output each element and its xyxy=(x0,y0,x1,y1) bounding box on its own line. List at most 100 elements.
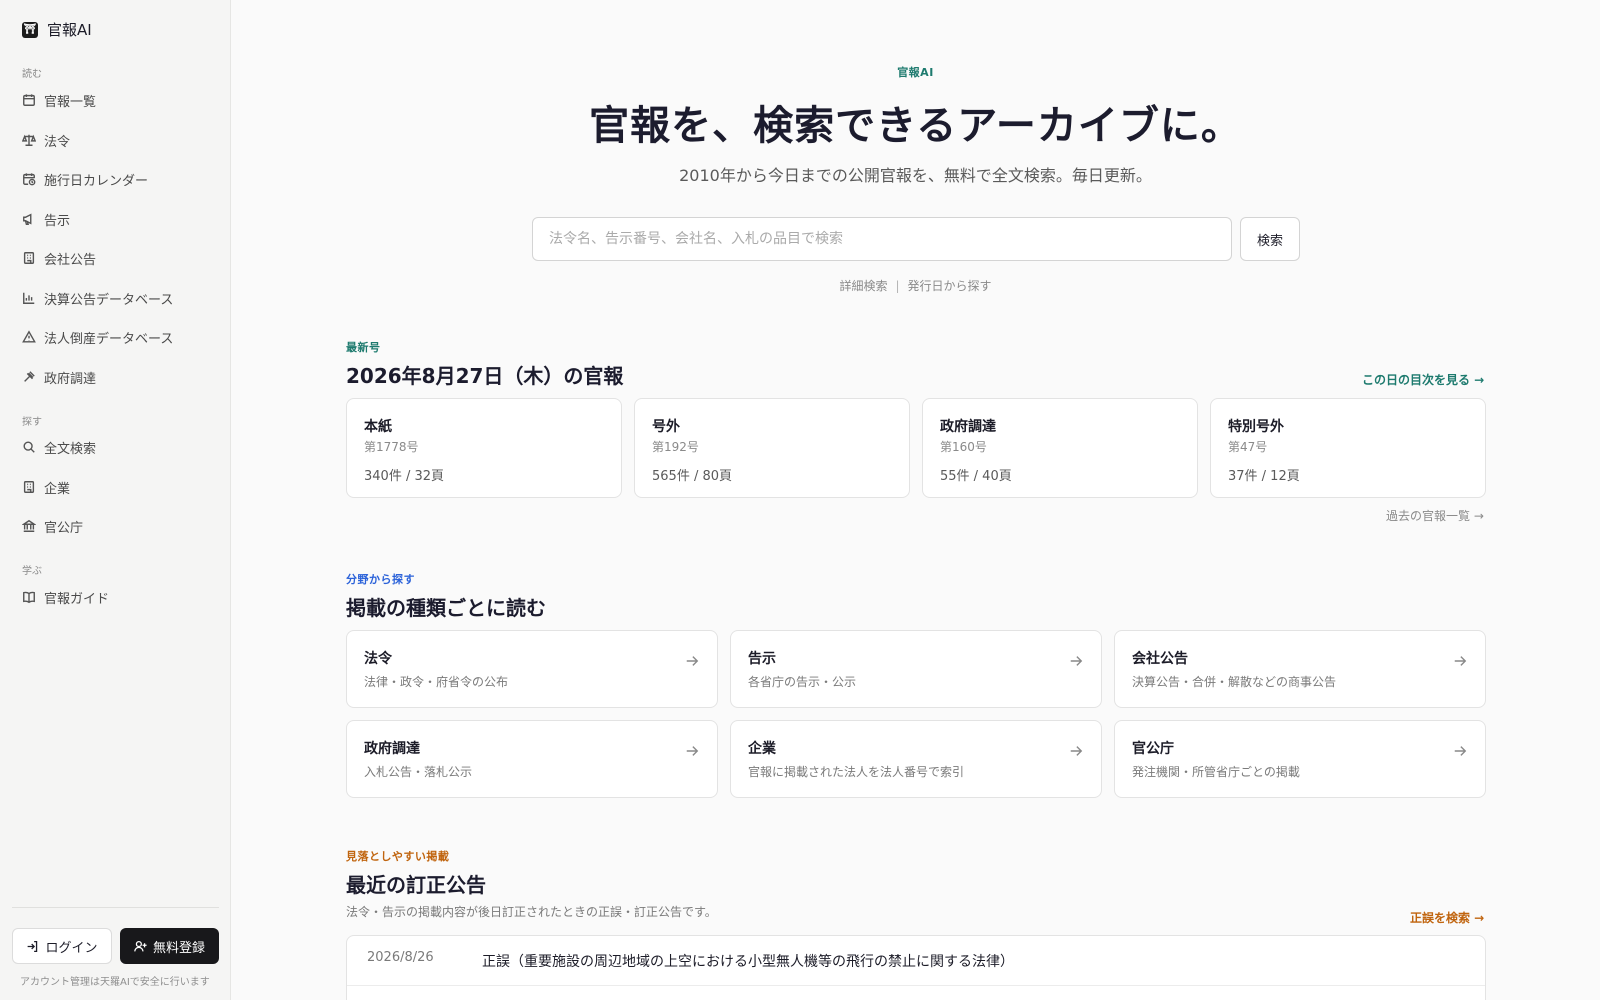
arrow-right-icon xyxy=(686,656,699,666)
sidebar-item-label: 企業 xyxy=(44,481,71,497)
table-row[interactable]: 2026/8/26 正誤（重要施設の周辺地域の上空における小型無人機等の飛行の禁… xyxy=(347,936,1485,986)
categories-title: 掲載の種類ごとに読む xyxy=(346,596,546,620)
issue-name: 号外 xyxy=(652,419,680,435)
sidebar-item-companies[interactable]: 企業 xyxy=(22,477,70,497)
correction-date: 2026/8/26 xyxy=(367,950,434,965)
advanced-search-link[interactable]: 詳細検索 xyxy=(839,279,887,293)
category-card-company-notices[interactable]: 会社公告 決算公告・合併・解散などの商事公告 xyxy=(1114,630,1486,708)
account-note: アカウント管理は天羅AIで安全に行います xyxy=(20,977,210,988)
sidebar-item-label: 官公庁 xyxy=(44,520,84,536)
sidebar-item-laws[interactable]: 法令 xyxy=(22,130,70,150)
sidebar-item-financial-db[interactable]: 決算公告データベース xyxy=(22,288,173,308)
category-card-notices[interactable]: 告示 各省庁の告示・公示 xyxy=(730,630,1102,708)
past-issues-link[interactable]: 過去の官報一覧 → xyxy=(1386,507,1484,524)
nav-section-learn: 学ぶ xyxy=(22,566,42,577)
category-name: 法令 xyxy=(364,651,392,667)
issue-card-gogai[interactable]: 号外 第192号 565件 / 80頁 xyxy=(634,398,910,498)
arrow-right-icon xyxy=(1070,746,1083,756)
category-desc: 入札公告・落札公示 xyxy=(364,765,473,779)
sidebar-item-label: 法人倒産データベース xyxy=(44,331,174,347)
sidebar-divider xyxy=(12,907,219,908)
search-input[interactable] xyxy=(532,217,1232,261)
link-separator: | xyxy=(895,279,900,293)
corrections-list: 2026/8/26 正誤（重要施設の周辺地域の上空における小型無人機等の飛行の禁… xyxy=(346,935,1486,1000)
issue-name: 政府調達 xyxy=(940,419,996,435)
login-button[interactable]: ログイン xyxy=(12,928,112,964)
sidebar-item-label: 決算公告データベース xyxy=(44,292,174,308)
toc-link[interactable]: この日の目次を見る → xyxy=(1362,371,1484,388)
warning-icon xyxy=(22,330,36,343)
sidebar-item-label: 官報一覧 xyxy=(44,94,97,110)
sidebar-item-notices[interactable]: 告示 xyxy=(22,209,70,229)
arrow-right-icon xyxy=(1454,746,1467,756)
category-desc: 発注機関・所管省庁ごとの掲載 xyxy=(1132,765,1300,779)
category-desc: 法律・政令・府省令の公布 xyxy=(364,675,509,689)
category-desc: 決算公告・合併・解散などの商事公告 xyxy=(1132,675,1337,689)
issue-count: 55件 / 40頁 xyxy=(940,469,1012,484)
issue-number: 第1778号 xyxy=(364,440,419,454)
arrow-right-icon xyxy=(1454,656,1467,666)
issue-card-honshi[interactable]: 本紙 第1778号 340件 / 32頁 xyxy=(346,398,622,498)
corrections-eyebrow: 見落としやすい掲載 xyxy=(346,850,450,863)
correction-title: 正誤（重要施設の周辺地域の上空における小型無人機等の飛行の禁止に関する法律） xyxy=(482,954,1014,970)
category-card-laws[interactable]: 法令 法律・政令・府省令の公布 xyxy=(346,630,718,708)
issue-count: 37件 / 12頁 xyxy=(1228,469,1300,484)
corrections-description: 法令・告示の掲載内容が後日訂正されたときの正誤・訂正公告です。 xyxy=(346,905,717,919)
category-card-companies[interactable]: 企業 官報に掲載された法人を法人番号で索引 xyxy=(730,720,1102,798)
login-label: ログイン xyxy=(45,940,98,956)
hero-eyebrow: 官報AI xyxy=(897,66,934,79)
issue-card-special[interactable]: 特別号外 第47号 37件 / 12頁 xyxy=(1210,398,1486,498)
issue-number: 第47号 xyxy=(1228,440,1268,454)
sidebar-item-guide[interactable]: 官報ガイド xyxy=(22,587,109,607)
sidebar-item-label: 全文検索 xyxy=(44,441,97,457)
issue-card-procurement[interactable]: 政府調達 第160号 55件 / 40頁 xyxy=(922,398,1198,498)
categories-eyebrow: 分野から探す xyxy=(346,573,415,586)
hero-subtitle: 2010年から今日までの公開官報を、無料で全文検索。毎日更新。 xyxy=(679,166,1152,185)
category-name: 会社公告 xyxy=(1132,651,1188,667)
corrections-search-link[interactable]: 正誤を検索 → xyxy=(1410,909,1484,926)
latest-eyebrow: 最新号 xyxy=(346,341,381,354)
sidebar-item-fulltext-search[interactable]: 全文検索 xyxy=(22,437,96,457)
issue-name: 本紙 xyxy=(364,419,392,435)
sidebar-item-company-notices[interactable]: 会社公告 xyxy=(22,248,96,268)
sidebar-item-label: 会社公告 xyxy=(44,252,97,268)
category-name: 告示 xyxy=(748,651,776,667)
category-name: 企業 xyxy=(748,741,776,757)
sidebar-item-label: 法令 xyxy=(44,134,71,150)
sidebar-item-label: 官報ガイド xyxy=(44,591,110,607)
search-button[interactable]: 検索 xyxy=(1240,217,1300,261)
building-icon xyxy=(23,481,35,493)
issue-count: 340件 / 32頁 xyxy=(364,469,444,484)
book-icon xyxy=(23,591,35,604)
nav-section-find: 探す xyxy=(22,417,42,428)
page-title: 官報を、検索できるアーカイブに。 xyxy=(589,103,1242,149)
issue-number: 第192号 xyxy=(652,440,699,454)
brand-logo-icon: ⛩ xyxy=(22,21,38,38)
sidebar-item-gazette-list[interactable]: 官報一覧 xyxy=(22,90,96,110)
sidebar-item-enforcement-calendar[interactable]: 施行日カレンダー xyxy=(22,169,148,189)
category-card-procurement[interactable]: 政府調達 入札公告・落札公示 xyxy=(346,720,718,798)
sidebar-item-agencies[interactable]: 官公庁 xyxy=(22,516,83,536)
sidebar: ⛩ 官報AI 読む 官報一覧 法令 施行日カレンダー 告示 会社公告 決算公告デ… xyxy=(0,0,231,1000)
sidebar-item-procurement[interactable]: 政府調達 xyxy=(22,367,96,387)
arrow-right-icon xyxy=(686,746,699,756)
calendar-clock-icon xyxy=(23,173,36,186)
brand[interactable]: ⛩ 官報AI xyxy=(22,19,92,40)
user-plus-icon xyxy=(134,940,147,951)
calendar-icon xyxy=(23,94,35,106)
issue-number: 第160号 xyxy=(940,440,987,454)
search-by-date-link[interactable]: 発行日から探す xyxy=(908,279,992,293)
category-card-agencies[interactable]: 官公庁 発注機関・所管省庁ごとの掲載 xyxy=(1114,720,1486,798)
sidebar-item-bankruptcy-db[interactable]: 法人倒産データベース xyxy=(22,327,173,347)
corrections-title: 最近の訂正公告 xyxy=(346,873,486,897)
latest-title: 2026年8月27日（木）の官報 xyxy=(346,364,624,388)
category-desc: 官報に掲載された法人を法人番号で索引 xyxy=(748,765,965,779)
scale-icon xyxy=(22,134,36,146)
building-icon xyxy=(23,252,35,264)
sidebar-item-label: 告示 xyxy=(44,213,71,229)
category-name: 官公庁 xyxy=(1132,741,1174,757)
signup-button[interactable]: 無料登録 xyxy=(120,928,219,964)
megaphone-icon xyxy=(23,213,32,225)
issue-name: 特別号外 xyxy=(1228,419,1284,435)
search-links: 詳細検索 | 発行日から探す xyxy=(231,277,1600,294)
